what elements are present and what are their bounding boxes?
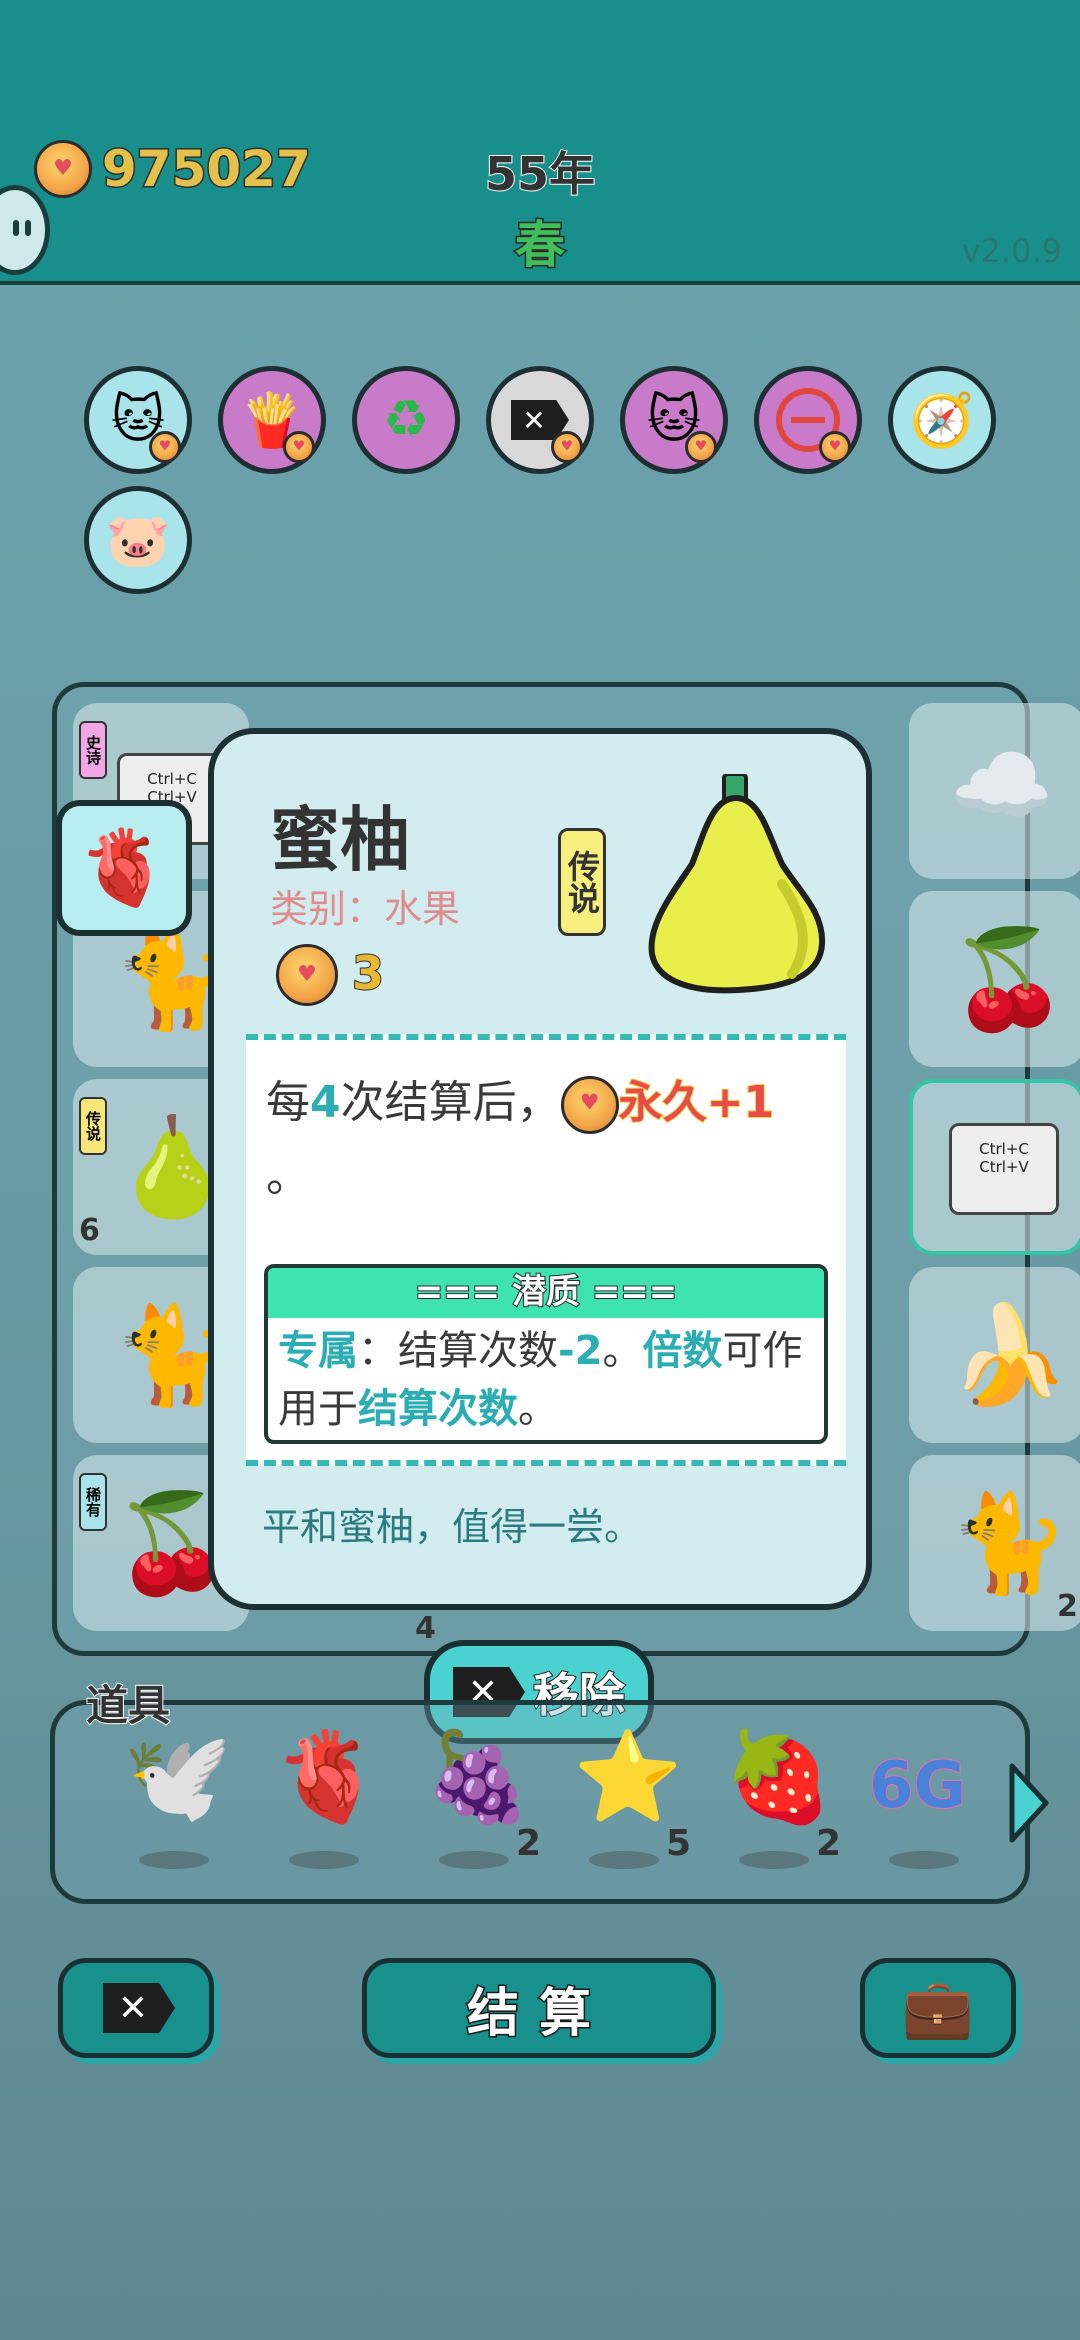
coin-icon [560,1076,619,1134]
item-slot[interactable]: 🍇 2 [411,1723,541,1883]
6g-icon: 6G [868,1748,967,1824]
year-label: 55年 [484,146,596,202]
lychee-icon: 🍒 [949,923,1069,1035]
item-slot[interactable]: 🫀 [261,1723,383,1883]
remove-tag-icon[interactable]: ✕ [486,366,594,474]
pomelo-icon [648,774,826,994]
season-label: 春 [514,215,567,276]
liver-icon: 🫀 [273,1725,383,1828]
item-count: 6 [79,1213,100,1248]
recycle-icon[interactable]: ♻ [352,366,460,474]
coin-icon [551,431,583,463]
compass-icon[interactable]: 🧭 [888,366,996,474]
rarity-badge: 传说 [558,828,606,936]
item-count: 4 [415,1611,436,1646]
cloud-icon: ☁️ [949,736,1054,834]
trait-box: === 潜质 === 专属：结算次数-2。倍数可作用于结算次数。 [264,1264,828,1444]
flavor-text: 平和蜜柚，值得一尝。 [262,1505,643,1549]
item-slot[interactable]: 🕊️ [111,1723,233,1883]
item-title: 蜜柚 [270,799,410,881]
description-text: 每4次结算后，永久+1。 [266,1066,836,1214]
coin-count: 975027 [101,139,313,200]
cats-icon[interactable]: 🐱 [620,366,728,474]
top-bar: 975027 55年 春 v2.0.9 [0,0,1080,285]
briefcase-button[interactable]: 💼 [860,1958,1016,2058]
briefcase-icon: 💼 [901,1973,975,2042]
coin-icon [819,431,851,463]
coin-icon [34,140,92,198]
settle-button-label: 结算 [465,1982,611,2045]
cat-portrait-icon[interactable]: 🐱 [84,366,192,474]
bayberry-icon: 🍇 [423,1725,533,1828]
item-slot[interactable]: 🍓 2 [711,1723,841,1883]
minus-icon[interactable] [754,366,862,474]
board-cell[interactable]: 🐈 2 [909,1455,1080,1631]
board-cell[interactable]: Ctrl+C Ctrl+V [909,1079,1080,1255]
fries-icon[interactable]: 🍟 [218,366,326,474]
rarity-badge: 史诗 [79,721,107,779]
item-count: 5 [665,1823,691,1864]
settle-button[interactable]: 结算 [362,1958,716,2058]
star-icon: ⭐ [573,1725,683,1828]
item-slot[interactable]: ⭐ 5 [561,1723,691,1883]
board-cell[interactable]: ☁️ [909,703,1080,879]
version-label: v2.0.9 [961,232,1062,270]
rarity-badge: 稀有 [79,1473,107,1531]
item-slot[interactable]: 6G [861,1723,981,1883]
trait-title: === 潜质 === [268,1268,824,1318]
item-count: 2 [1057,1589,1078,1624]
remove-tag-icon: ✕ [103,1983,175,2033]
board-cell[interactable]: 🍒 [909,891,1080,1067]
item-detail-popup: 蜜柚 类别：水果 3 传说 每4次结算后，永久+1。 === 潜质 === 专属… [208,728,872,1610]
piggy-bank-icon[interactable]: 🐷 [84,486,192,594]
banana-icon: 🍌 [949,1299,1069,1411]
bird-icon: 🕊️ [123,1725,233,1828]
items-bar: 🕊️ 🫀 🍇 2 ⭐ 5 🍓 2 6G [50,1700,1030,1904]
item-count: 2 [515,1823,541,1864]
liver-icon[interactable]: 🫀 [56,800,192,936]
discard-button[interactable]: ✕ [58,1958,214,2058]
items-label: 道具 [85,1680,171,1731]
item-count: 2 [815,1823,841,1864]
item-description: 每4次结算后，永久+1。 === 潜质 === 专属：结算次数-2。倍数可作用于… [246,1034,846,1466]
strawberry-icon: 🍓 [723,1725,833,1828]
rarity-badge: 传说 [79,1097,107,1155]
coin-icon [149,431,181,463]
item-price: 3 [351,945,385,1001]
item-category: 类别：水果 [270,887,461,931]
trait-text: 专属：结算次数-2。倍数可作用于结算次数。 [278,1328,803,1432]
chevron-right-icon[interactable] [1004,1760,1054,1846]
cat-icon: 🐈 [949,1487,1069,1599]
coin-icon [283,431,315,463]
mascot-avatar-icon[interactable] [0,185,50,275]
copy-machine-icon: Ctrl+C Ctrl+V [949,1123,1059,1215]
coin-icon [685,431,717,463]
coin-icon [276,944,338,1006]
board-cell[interactable]: 🍌 [909,1267,1080,1443]
